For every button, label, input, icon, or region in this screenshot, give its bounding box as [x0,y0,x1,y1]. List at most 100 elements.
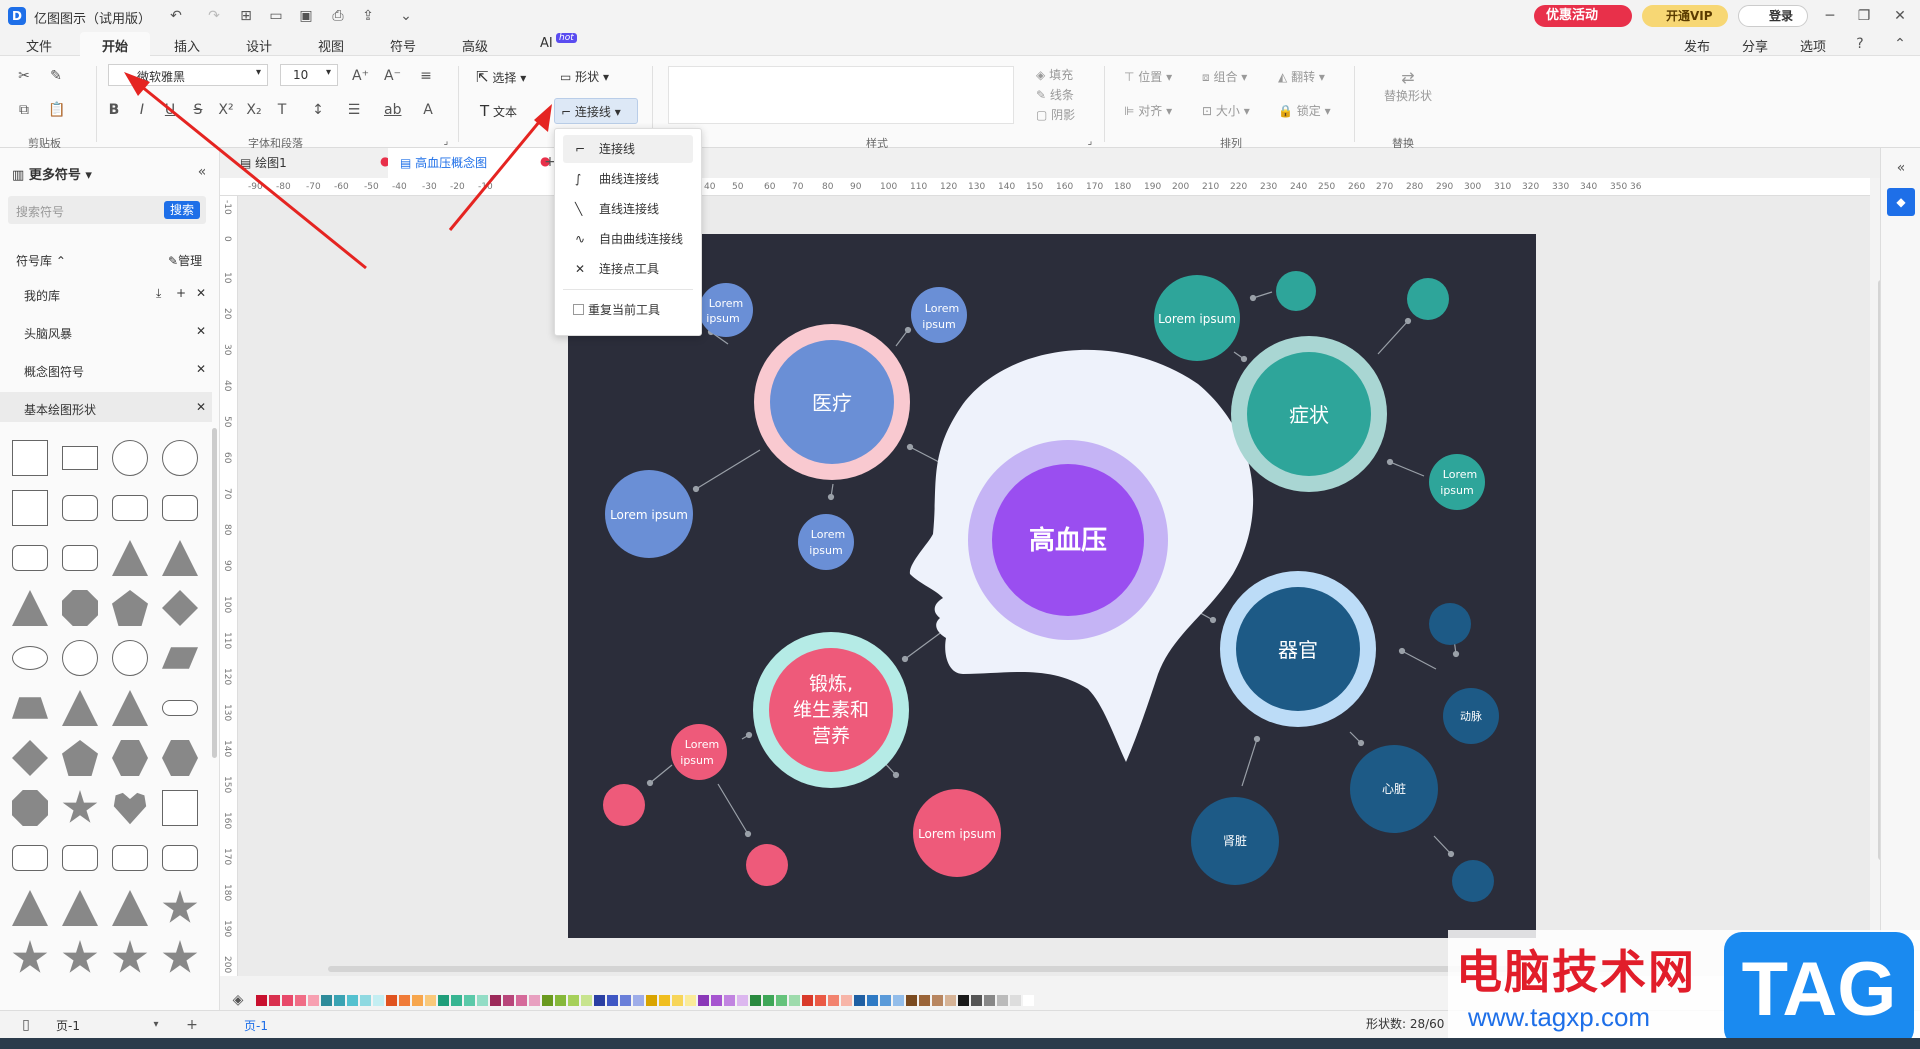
color-swatch[interactable] [867,995,878,1006]
help-icon[interactable]: ? [1852,36,1868,52]
maximize-icon[interactable]: ❐ [1856,8,1872,24]
close-icon[interactable]: ✕ [196,324,206,338]
color-swatch[interactable] [776,995,787,1006]
color-swatch[interactable] [1010,995,1021,1006]
shape-thumbnail[interactable] [162,495,198,521]
fill-button[interactable]: ◈ 填充 [1036,66,1073,83]
canvas[interactable]: 高血压 医疗 Lorem ipsum Lorem ipsum Lorem ips… [124,72,1884,976]
color-swatch[interactable] [971,995,982,1006]
color-swatch[interactable] [945,995,956,1006]
color-swatch[interactable] [932,995,943,1006]
color-swatch[interactable] [685,995,696,1006]
shape-thumbnail[interactable] [12,590,48,626]
replace-shape-button[interactable]: ⇄ 替换形状 [1378,68,1438,104]
shape-thumbnail[interactable] [12,890,48,926]
shape-thumbnail[interactable] [112,940,148,973]
vip-button[interactable]: 开通VIP [1642,5,1728,27]
shape-thumbnail[interactable] [112,845,148,871]
shape-thumbnail[interactable] [113,792,147,825]
flip-button[interactable]: ◭ 翻转 ▾ [1278,68,1325,85]
align-button[interactable]: ⊫ 对齐 ▾ [1124,102,1172,119]
group-button[interactable]: ⧈ 组合 ▾ [1202,68,1247,85]
shape-thumbnail[interactable] [112,640,148,676]
size-button[interactable]: ⊡ 大小 ▾ [1202,102,1250,119]
color-swatch[interactable] [503,995,514,1006]
shape-thumbnail[interactable] [62,590,98,626]
color-swatch[interactable] [672,995,683,1006]
shape-thumbnail[interactable] [162,845,198,871]
shape-thumbnail[interactable] [62,790,98,823]
color-swatch[interactable] [386,995,397,1006]
color-swatch[interactable] [906,995,917,1006]
shape-thumbnail[interactable] [112,540,148,576]
options-link[interactable]: 选项 [1800,36,1826,55]
color-swatch[interactable] [958,995,969,1006]
color-swatch[interactable] [412,995,423,1006]
color-swatch[interactable] [425,995,436,1006]
shape-thumbnail[interactable] [112,890,148,926]
color-swatch[interactable] [334,995,345,1006]
sidebar-scrollbar[interactable] [212,428,217,758]
horizontal-scrollbar[interactable] [328,966,1628,972]
color-swatch[interactable] [620,995,631,1006]
close-icon[interactable]: ✕ [1892,8,1908,24]
sidebar-item-basic-shapes[interactable]: 基本绘图形状 ✕ [0,392,212,422]
lorem-node[interactable] [671,724,727,780]
login-button[interactable]: 登录 [1738,5,1808,27]
color-swatch[interactable] [542,995,553,1006]
shape-thumbnail[interactable] [12,545,48,571]
lorem-node[interactable] [798,514,854,570]
position-button[interactable]: ⊤ 位置 ▾ [1124,68,1172,85]
color-swatch[interactable] [594,995,605,1006]
shape-thumbnail[interactable] [162,700,198,716]
color-swatch[interactable] [659,995,670,1006]
color-swatch[interactable] [516,995,527,1006]
shape-thumbnail[interactable] [12,740,48,776]
color-swatch[interactable] [360,995,371,1006]
repeat-tool-checkbox[interactable]: 重复当前工具 [573,301,660,318]
small-node[interactable] [603,784,645,826]
shape-thumbnail[interactable] [62,495,98,521]
line-button[interactable]: ✎ 线条 [1036,86,1074,103]
sidebar-item-concept-map[interactable]: 概念图符号 ✕ [8,354,212,384]
color-swatch[interactable] [880,995,891,1006]
color-swatch[interactable] [737,995,748,1006]
lorem-node[interactable] [911,287,967,343]
page-layout-icon[interactable]: ▯ [18,1017,34,1033]
color-swatch[interactable] [841,995,852,1006]
shape-thumbnail[interactable] [12,697,48,719]
small-node[interactable] [1429,603,1471,645]
color-swatch[interactable] [646,995,657,1006]
collapse-ribbon-icon[interactable]: ⌃ [1892,36,1908,52]
color-swatch[interactable] [815,995,826,1006]
close-icon[interactable]: ✕ [196,400,206,414]
color-swatch[interactable] [477,995,488,1006]
concept-map-diagram[interactable]: 高血压 医疗 Lorem ipsum Lorem ipsum Lorem ips… [568,234,1536,938]
shape-thumbnail[interactable] [162,590,198,626]
color-swatch[interactable] [464,995,475,1006]
sidebar-item-brainstorm[interactable]: 头脑风暴 ✕ [8,316,212,346]
color-swatch[interactable] [1023,995,1034,1006]
chevron-down-icon[interactable]: ▾ [148,1017,164,1033]
shape-thumbnail[interactable] [12,845,48,871]
color-swatch[interactable] [750,995,761,1006]
color-swatch[interactable] [269,995,280,1006]
color-swatch[interactable] [698,995,709,1006]
color-swatch[interactable] [308,995,319,1006]
shape-thumbnail[interactable] [62,545,98,571]
page-selector[interactable]: 页-1 [56,1017,80,1034]
color-swatch[interactable] [919,995,930,1006]
color-swatch[interactable] [724,995,735,1006]
color-swatch[interactable] [529,995,540,1006]
shape-thumbnail[interactable] [112,690,148,726]
style-gallery[interactable] [668,66,1014,124]
shape-thumbnail[interactable] [162,540,198,576]
color-swatch[interactable] [581,995,592,1006]
shape-thumbnail[interactable] [162,740,198,776]
shape-thumbnail[interactable] [62,740,98,776]
color-swatch[interactable] [854,995,865,1006]
shape-thumbnail[interactable] [62,890,98,926]
color-swatch[interactable] [893,995,904,1006]
shape-thumbnail[interactable] [162,890,198,923]
color-swatch[interactable] [568,995,579,1006]
